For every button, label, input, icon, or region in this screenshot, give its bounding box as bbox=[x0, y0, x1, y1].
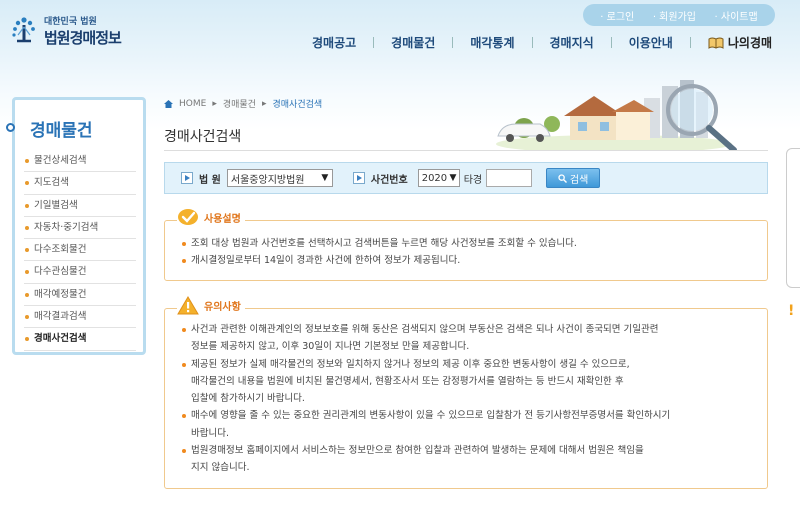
sidebar-item-most-interest[interactable]: 다수관심물건 bbox=[24, 261, 136, 284]
nav-auction-items[interactable]: 경매물건 bbox=[391, 34, 435, 51]
chevron-down-icon: ▼ bbox=[321, 173, 329, 183]
sidebar-item-vehicle-search[interactable]: 자동차·중기검색 bbox=[24, 217, 136, 240]
year-select-value: 2020 bbox=[421, 172, 448, 184]
sidebar: 경매물건 물건상세검색 지도검색 기일별검색 자동차·중기검색 다수조회물건 다… bbox=[12, 97, 146, 355]
sidebar-item-most-viewed[interactable]: 다수조회물건 bbox=[24, 239, 136, 262]
nav-my-auction-label: 나의경매 bbox=[727, 36, 773, 50]
sidebar-menu: 물건상세검색 지도검색 기일별검색 자동차·중기검색 다수조회물건 다수관심물건… bbox=[24, 150, 136, 351]
logo-title: 법원경매정보 bbox=[44, 29, 122, 47]
logo-subtitle: 대한민국 법원 bbox=[44, 17, 97, 27]
nav-auction-knowledge[interactable]: 경매지식 bbox=[550, 34, 594, 51]
site-logo[interactable]: 대한민국 법원 법원경매정보 bbox=[8, 14, 122, 48]
nav-divider bbox=[373, 37, 375, 48]
warning-icon bbox=[177, 296, 199, 315]
quick-menu-panel[interactable] bbox=[786, 148, 800, 288]
sidebar-title: 경매물건 bbox=[30, 121, 93, 141]
court-select[interactable]: 서울중앙지방법원 ▼ bbox=[226, 169, 333, 187]
court-label: 법 원 bbox=[199, 174, 221, 186]
usage-line: 개시결정일로부터 14일이 경과한 사건에 한하여 정보가 제공됩니다. bbox=[173, 252, 767, 269]
title-divider bbox=[164, 150, 768, 151]
arrow-bullet-icon bbox=[352, 172, 365, 184]
header-illustration bbox=[496, 80, 737, 151]
year-select[interactable]: 2020 ▼ bbox=[417, 169, 460, 187]
caution-item-cont: 정보를 제공하지 않고, 이후 30일이 지나면 기본정보 만을 제공합니다. bbox=[191, 341, 470, 353]
caution-item: 제공된 정보가 실제 매각물건의 정보와 일치하지 않거나 정보의 제공 이후 … bbox=[173, 356, 767, 373]
case-search-form: 법 원 서울중앙지방법원 ▼ 사건번호 2020 ▼ 타경 검색 bbox=[164, 162, 768, 194]
usage-guide-header: 사용설명 bbox=[177, 208, 245, 226]
nav-auction-notice[interactable]: 경매공고 bbox=[312, 34, 356, 51]
sidebar-item-scheduled-sale[interactable]: 매각예정물건 bbox=[24, 284, 136, 307]
nav-divider bbox=[610, 37, 612, 48]
caution-item-cont: 바랍니다. bbox=[191, 427, 229, 439]
caution-item: 매수에 영향을 줄 수 있는 중요한 권리관계의 변동사항이 있을 수 있으므로… bbox=[173, 407, 767, 424]
nav-divider bbox=[689, 37, 691, 48]
caution-title: 유의사항 bbox=[204, 302, 241, 313]
usage-guide-title: 사용설명 bbox=[204, 213, 241, 225]
breadcrumb-arrow-icon: ▸ bbox=[261, 98, 267, 109]
breadcrumb-auction-items[interactable]: 경매물건 bbox=[223, 97, 256, 110]
breadcrumb-home[interactable]: HOME bbox=[179, 99, 206, 109]
chevron-down-icon: ▼ bbox=[449, 173, 457, 183]
search-button[interactable]: 검색 bbox=[546, 168, 601, 188]
breadcrumb-arrow-icon: ▸ bbox=[212, 98, 217, 109]
sitemap-link[interactable]: · 사이트맵 bbox=[715, 8, 758, 23]
arrow-bullet-icon bbox=[181, 172, 193, 184]
home-icon bbox=[164, 99, 173, 108]
nav-my-auction[interactable]: 나의경매 bbox=[708, 34, 772, 51]
nav-sale-statistics[interactable]: 매각통계 bbox=[470, 34, 514, 51]
search-icon bbox=[558, 173, 567, 183]
check-badge-icon bbox=[178, 209, 198, 225]
sidebar-item-detail-search[interactable]: 물건상세검색 bbox=[24, 150, 136, 173]
signup-link[interactable]: · 회원가입 bbox=[653, 8, 696, 23]
main-nav: 경매공고 경매물건 매각통계 경매지식 이용안내 나의경매 bbox=[312, 34, 772, 51]
case-number-label: 사건번호 bbox=[370, 174, 408, 186]
caution-box: 유의사항 사건과 관련한 이해관계인의 정보보호를 위해 동산은 검색되지 않으… bbox=[164, 296, 768, 489]
case-type-label: 타경 bbox=[463, 174, 483, 186]
page-title: 경매사건검색 bbox=[164, 129, 242, 145]
sidebar-item-sale-result[interactable]: 매각결과검색 bbox=[24, 306, 136, 329]
sidebar-marker bbox=[6, 123, 15, 132]
breadcrumb: HOME ▸ 경매물건 ▸ 경매사건검색 bbox=[164, 97, 322, 110]
caution-item-cont: 입찰에 참가하시기 바랍니다. bbox=[191, 393, 305, 405]
court-emblem-icon bbox=[12, 17, 35, 43]
caution-item: 사건과 관련한 이해관계인의 정보보호를 위해 동산은 검색되지 않으며 부동산… bbox=[173, 321, 767, 338]
book-icon bbox=[708, 37, 724, 49]
nav-divider bbox=[531, 37, 533, 48]
caution-item-cont: 지지 않습니다. bbox=[191, 462, 250, 474]
usage-guide-box: 사용설명 조회 대상 법원과 사건번호를 선택하시고 검색버튼을 누르면 해당 … bbox=[164, 208, 768, 281]
caution-item: 법원경매정보 홈페이지에서 서비스하는 정보만으로 참여한 입찰과 관련하여 발… bbox=[173, 442, 767, 459]
nav-divider bbox=[452, 37, 454, 48]
breadcrumb-current: 경매사건검색 bbox=[272, 100, 323, 110]
caution-item-cont: 매각물건의 내용을 법원에 비치된 물건명세서, 현황조사서 또는 감정평가서를… bbox=[191, 375, 624, 387]
case-number-input[interactable] bbox=[486, 169, 533, 187]
nav-usage-guide[interactable]: 이용안내 bbox=[629, 34, 673, 51]
usage-line: 조회 대상 법원과 사건번호를 선택하시고 검색버튼을 누르면 해당 사건정보를… bbox=[173, 235, 767, 252]
login-link[interactable]: · 로그인 bbox=[600, 8, 634, 23]
alert-icon: ! bbox=[788, 303, 795, 319]
sidebar-item-case-search[interactable]: 경매사건검색 bbox=[24, 328, 136, 351]
caution-header: 유의사항 bbox=[177, 296, 245, 315]
sidebar-item-date-search[interactable]: 기일별검색 bbox=[24, 195, 136, 217]
court-select-value: 서울중앙지방법원 bbox=[230, 174, 305, 186]
search-button-label: 검색 bbox=[569, 174, 589, 186]
utility-bar: · 로그인 · 회원가입 · 사이트맵 bbox=[583, 4, 775, 26]
sidebar-item-map-search[interactable]: 지도검색 bbox=[24, 172, 136, 195]
